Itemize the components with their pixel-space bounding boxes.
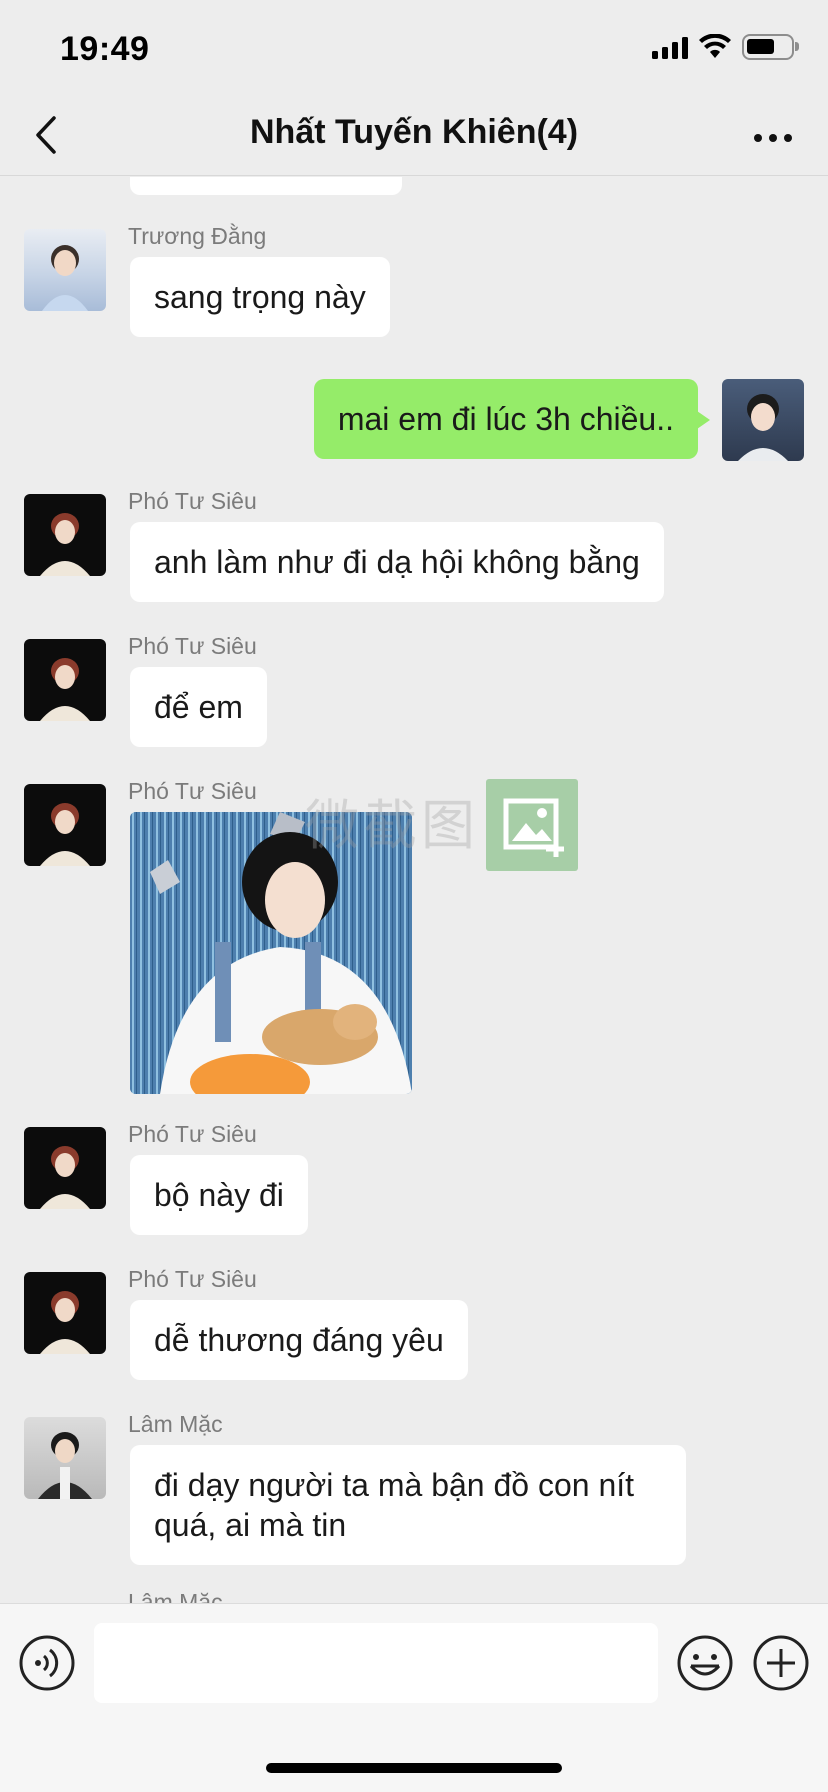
home-indicator[interactable] <box>266 1763 562 1773</box>
avatar[interactable] <box>24 229 106 311</box>
more-icon[interactable] <box>748 118 798 158</box>
avatar[interactable] <box>24 494 106 576</box>
avatar[interactable] <box>24 639 106 721</box>
plus-icon[interactable] <box>752 1634 810 1692</box>
status-icons <box>652 34 799 60</box>
message-bubble[interactable]: để em <box>130 667 267 747</box>
message-bubble[interactable]: mai em đi lúc 3h chiều.. <box>313 379 711 459</box>
wifi-icon <box>699 34 731 58</box>
signal-icon <box>652 35 688 59</box>
message-bubble[interactable]: anh làm như đi dạ hội không bằng <box>130 522 664 602</box>
status-bar: 19:49 <box>0 0 828 96</box>
sender-name: Phó Tư Siêu <box>128 778 257 804</box>
message-bubble-cut <box>130 177 402 195</box>
message-bubble[interactable]: bộ này đi <box>130 1155 308 1235</box>
sender-name: Lâm Mặc <box>128 1411 223 1437</box>
message-bubble[interactable]: dễ thương đáng yêu <box>130 1300 468 1380</box>
my-avatar[interactable] <box>722 379 804 461</box>
sender-name: Lâm Mặc <box>128 1589 223 1603</box>
emoji-icon[interactable] <box>676 1634 734 1692</box>
sender-name: Phó Tư Siêu <box>128 633 257 659</box>
chat-header: Nhất Tuyến Khiên(4) <box>0 96 828 176</box>
chat-messages[interactable]: Trương Đằng sang trọng này mai em đi lúc… <box>0 177 828 1603</box>
sender-name: Phó Tư Siêu <box>128 488 257 514</box>
avatar[interactable] <box>24 1417 106 1499</box>
avatar[interactable] <box>24 784 106 866</box>
avatar[interactable] <box>24 1127 106 1209</box>
battery-icon <box>742 34 799 60</box>
sender-name: Phó Tư Siêu <box>128 1266 257 1292</box>
message-bubble[interactable]: sang trọng này <box>130 257 390 337</box>
chat-title: Nhất Tuyến Khiên(4) <box>249 113 579 151</box>
sender-name: Phó Tư Siêu <box>128 1121 257 1147</box>
message-input[interactable] <box>94 1623 658 1703</box>
avatar[interactable] <box>24 1272 106 1354</box>
sender-name: Trương Đằng <box>128 223 267 249</box>
watermark-text: 微截图 <box>305 796 479 856</box>
status-time: 19:49 <box>60 30 150 68</box>
message-bubble[interactable]: đi dạy người ta mà bận đồ con nít quá, a… <box>130 1445 686 1565</box>
voice-input-icon[interactable] <box>18 1634 76 1692</box>
watermark-image-icon <box>486 779 578 871</box>
